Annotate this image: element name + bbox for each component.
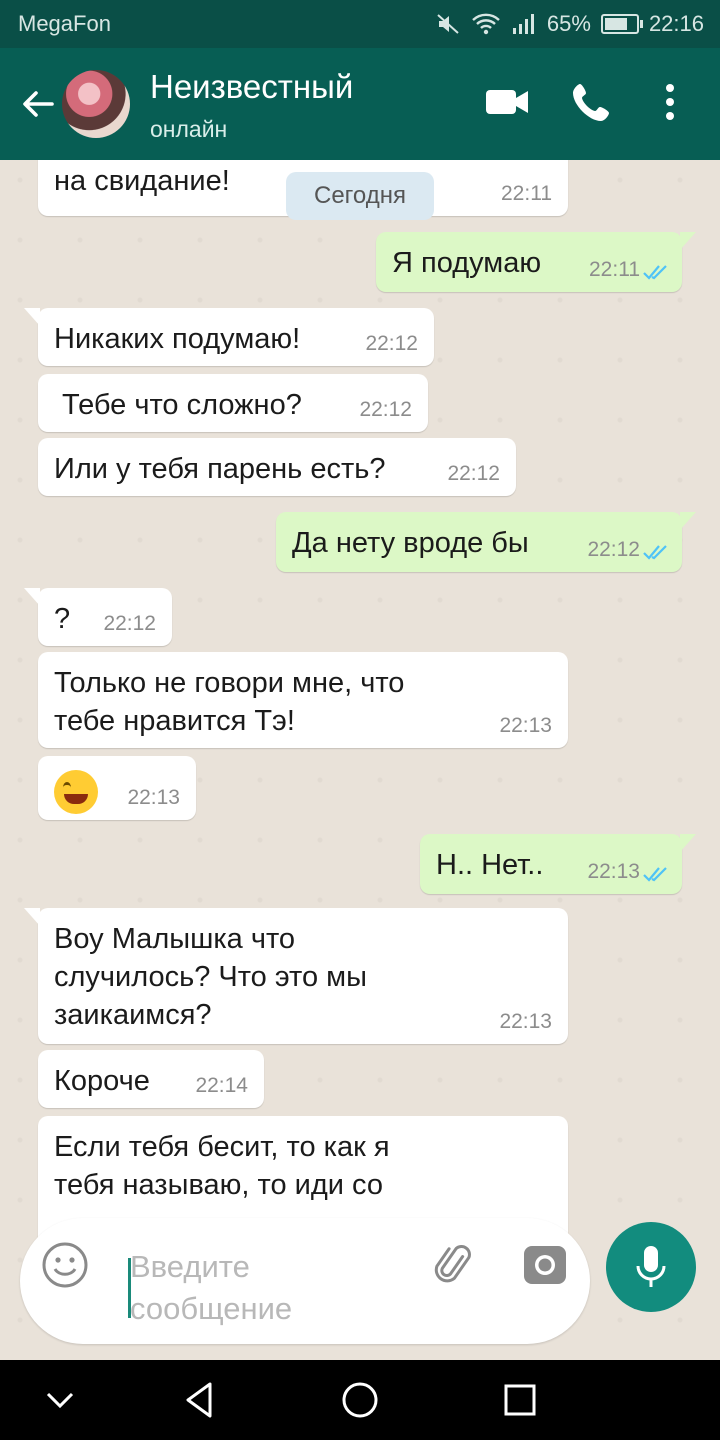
date-divider: Сегодня xyxy=(286,172,434,220)
message-text: ? xyxy=(54,603,71,635)
system-nav-bar xyxy=(0,1360,720,1440)
wifi-icon xyxy=(472,13,500,35)
message-text-line: Только не говори мне, что xyxy=(54,667,405,699)
video-call-icon[interactable] xyxy=(484,78,532,126)
message-time: 22:14 xyxy=(195,1074,248,1097)
message-in[interactable]: Короче 22:14 xyxy=(38,1050,264,1108)
battery-percent: 65% xyxy=(546,11,591,36)
contact-status: онлайн xyxy=(150,116,228,142)
contact-name[interactable]: Неизвестный xyxy=(150,68,353,106)
camera-icon[interactable] xyxy=(520,1240,570,1290)
message-text: на свидание! xyxy=(54,165,230,197)
read-ticks-icon xyxy=(643,545,667,560)
more-options-icon[interactable] xyxy=(646,78,694,126)
message-text: Я подумаю xyxy=(392,247,542,279)
message-time: 22:13 xyxy=(127,786,180,809)
carrier-name: MegaFon xyxy=(18,11,111,36)
message-time: 22:11 xyxy=(501,182,552,205)
message-text-line: тебе нравится Тэ! xyxy=(54,705,295,737)
message-input[interactable]: Введите сообщение xyxy=(130,1246,390,1330)
voice-call-icon[interactable] xyxy=(568,78,616,126)
contact-avatar[interactable] xyxy=(62,70,130,138)
message-in[interactable]: Или у тебя парень есть? 22:12 xyxy=(38,438,516,496)
placeholder-line: сообщение xyxy=(130,1291,293,1326)
placeholder-line: Введите xyxy=(130,1249,250,1284)
message-list[interactable]: на свидание! 22:11 Сегодня Я подумаю 22:… xyxy=(0,160,720,1360)
message-time: 22:12 xyxy=(103,612,156,635)
message-in[interactable]: Только не говори мне, что тебе нравится … xyxy=(38,652,568,748)
message-time: 22:13 xyxy=(499,714,552,737)
message-text-line: тебя называю, то иди со xyxy=(54,1169,383,1201)
message-in[interactable]: ? 22:12 xyxy=(24,588,172,646)
message-text: Да нету вроде бы xyxy=(292,527,529,559)
mic-icon xyxy=(636,1246,666,1287)
message-time: 22:12 xyxy=(587,538,640,561)
message-in[interactable]: Никаких подумаю! 22:12 xyxy=(24,308,434,366)
chat-header: Неизвестный онлайн xyxy=(0,48,720,160)
read-ticks-icon xyxy=(643,867,667,882)
back-arrow-icon[interactable] xyxy=(18,84,58,124)
message-text-line: Воу Малышка что xyxy=(54,923,296,955)
message-out[interactable]: Да нету вроде бы 22:12 xyxy=(276,512,696,572)
message-text-line: Если тебя бесит, то как я xyxy=(54,1131,390,1163)
message-text: Н.. Нет.. xyxy=(436,849,544,881)
message-time: 22:11 xyxy=(589,258,640,281)
message-out[interactable]: Н.. Нет.. 22:13 xyxy=(420,834,696,894)
recents-square-icon[interactable] xyxy=(502,1382,538,1418)
mute-icon xyxy=(437,14,459,34)
status-bar: MegaFon 65% 22:16 xyxy=(0,0,720,48)
emoji-icon[interactable] xyxy=(40,1240,90,1290)
message-input-bar[interactable]: Введите сообщение xyxy=(20,1218,590,1344)
rolling-laughing-emoji-icon xyxy=(54,770,98,814)
read-ticks-icon xyxy=(643,265,667,280)
message-time: 22:13 xyxy=(587,860,640,883)
status-icons: 65% 22:16 xyxy=(435,11,704,37)
home-circle-icon[interactable] xyxy=(340,1380,380,1420)
message-time: 22:12 xyxy=(447,462,500,485)
back-triangle-icon[interactable] xyxy=(180,1380,220,1420)
mic-button[interactable] xyxy=(606,1222,696,1312)
message-text: Тебе что сложно? xyxy=(62,389,302,421)
message-text: Никаких подумаю! xyxy=(54,323,301,355)
message-time: 22:12 xyxy=(365,332,418,355)
chevron-down-icon[interactable] xyxy=(42,1382,78,1418)
message-in[interactable]: Тебе что сложно? 22:12 xyxy=(38,374,428,432)
battery-icon xyxy=(600,14,643,34)
message-time: 22:13 xyxy=(499,1010,552,1033)
message-text: Или у тебя парень есть? xyxy=(54,453,386,485)
message-text-line: случилось? Что это мы xyxy=(54,961,367,993)
message-out[interactable]: Я подумаю 22:11 xyxy=(376,232,696,292)
clock: 22:16 xyxy=(648,11,704,36)
message-text-line: заикаимся? xyxy=(54,999,212,1031)
attach-paperclip-icon[interactable] xyxy=(430,1240,480,1290)
message-in[interactable]: Воу Малышка что случилось? Что это мы за… xyxy=(24,908,568,1044)
message-time: 22:12 xyxy=(359,398,412,421)
message-in[interactable]: 22:13 xyxy=(38,756,196,820)
signal-icon xyxy=(512,14,534,34)
message-text: Короче xyxy=(54,1065,150,1097)
